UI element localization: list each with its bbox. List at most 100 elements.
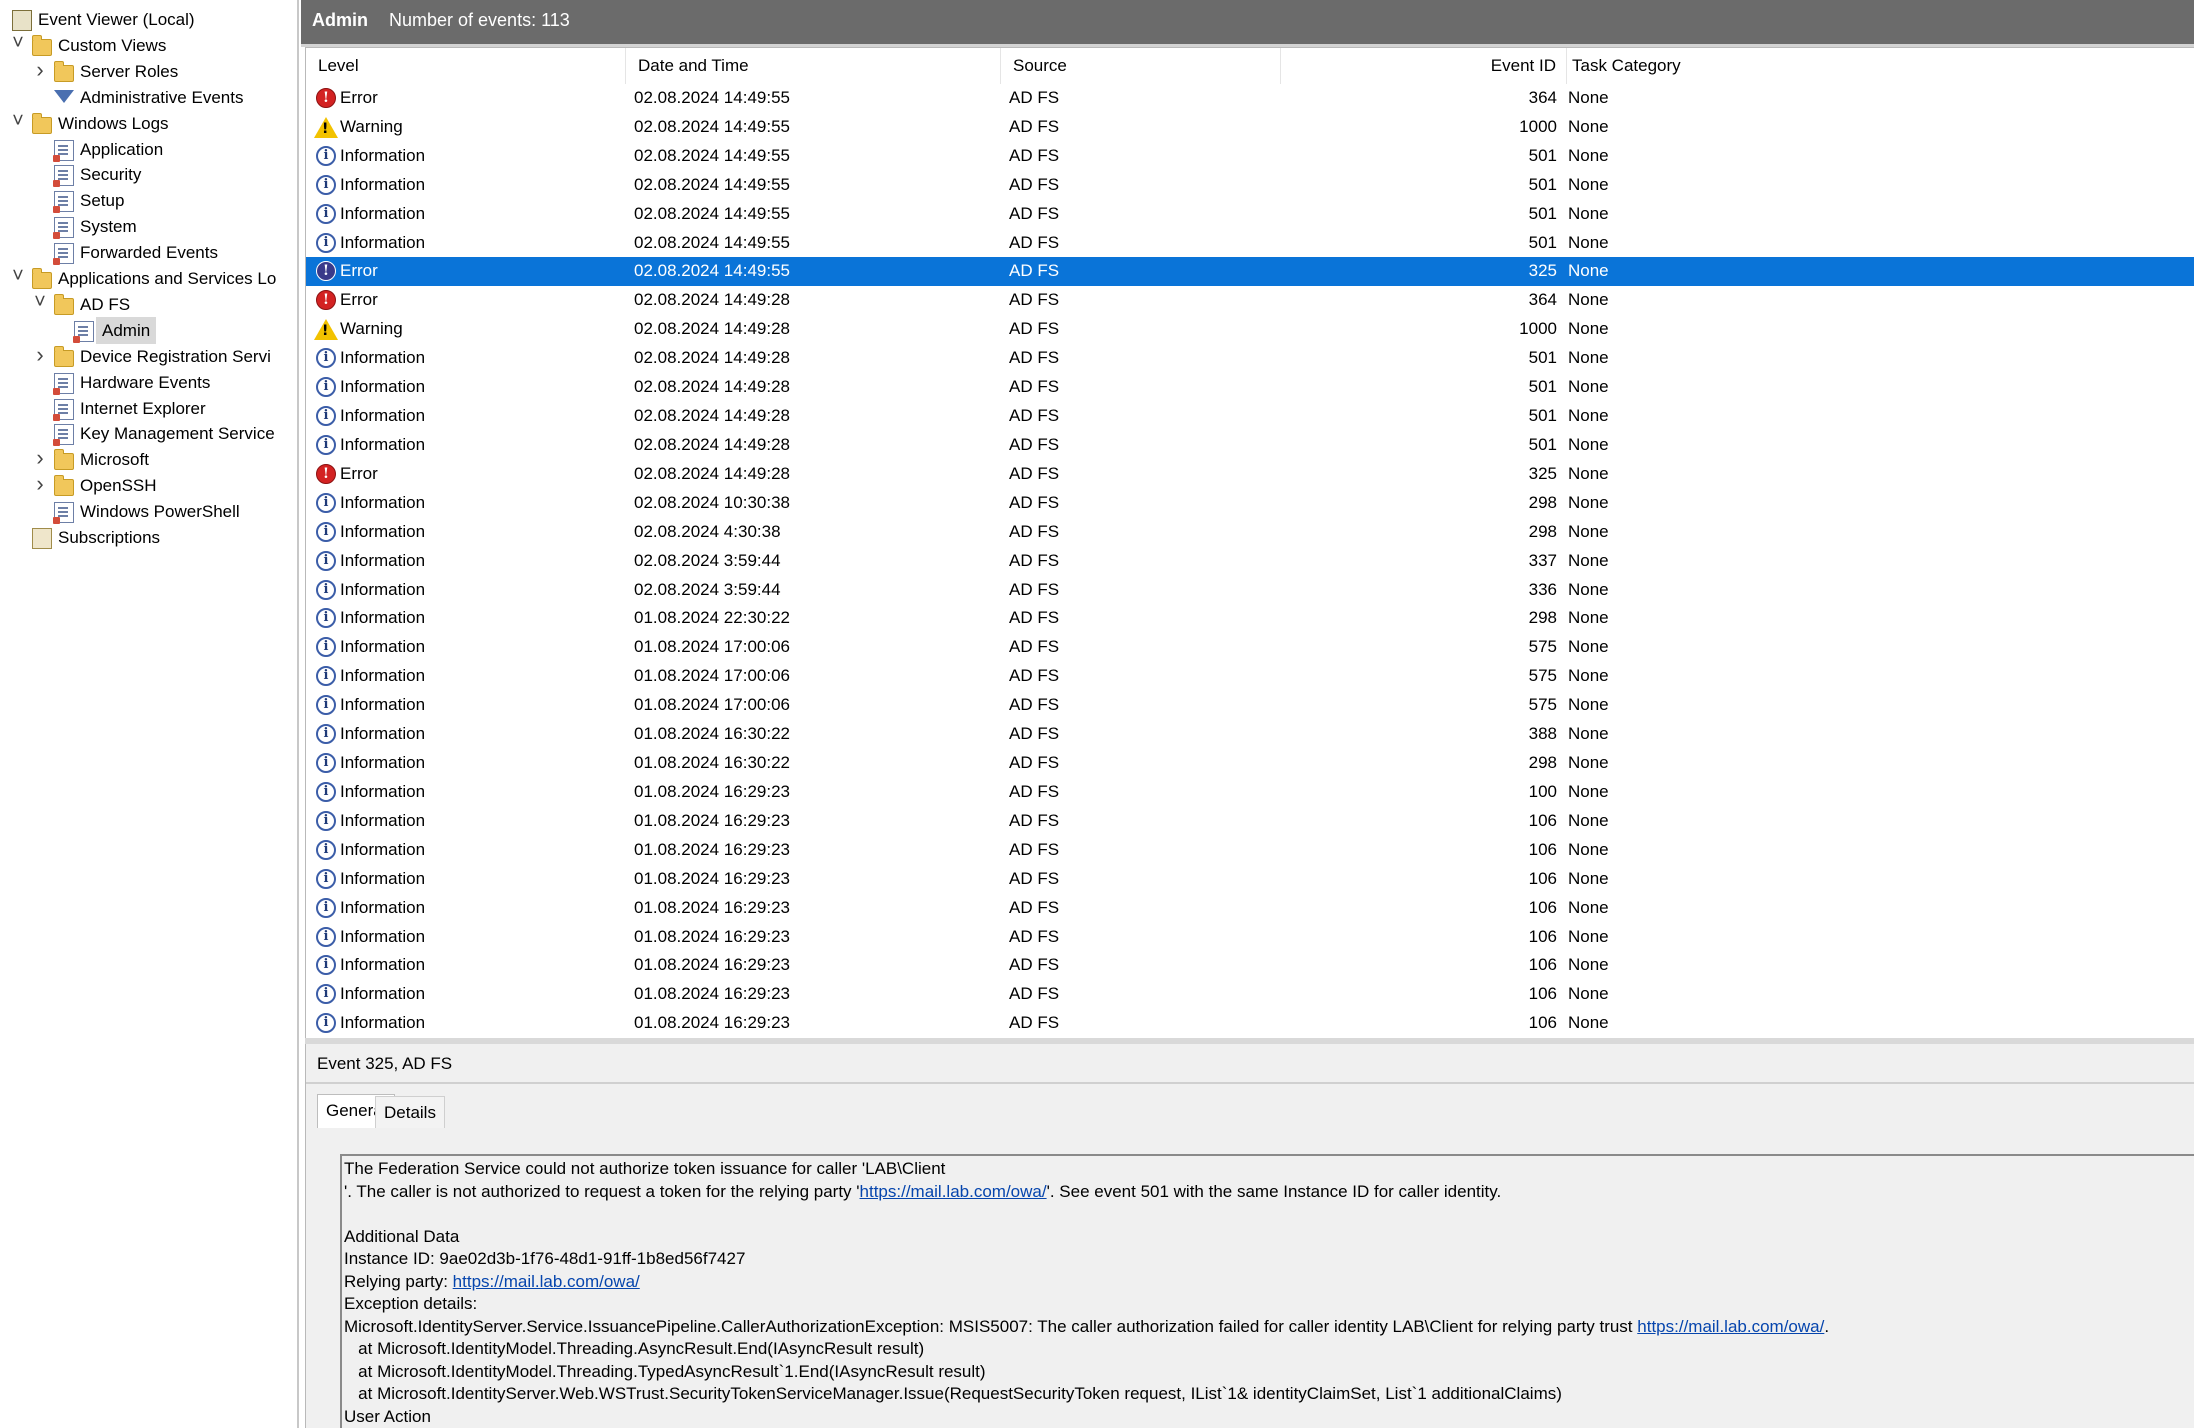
cell-event-id: 364 [1528,88,1557,107]
table-row[interactable]: ! Warning 02.08.2024 14:49:55 AD FS 1000 None [306,113,2194,142]
column-header-source[interactable]: Source [1001,48,1281,84]
tree-item[interactable]: Event Viewer (Local) [0,6,297,33]
tree-item[interactable]: Security [0,161,297,188]
cell-event-id: 298 [1528,521,1557,541]
relying-party-link[interactable]: https://mail.lab.com/owa/ [1637,1317,1824,1336]
table-row[interactable]: i Information 02.08.2024 14:49:28 AD FS 501 N… [306,431,2194,460]
chevron-down-icon[interactable]: ˅ [30,289,50,316]
table-row[interactable]: i Information 02.08.2024 14:49:55 AD FS 501 N… [306,142,2194,171]
table-row[interactable]: i Information 02.08.2024 3:59:44 AD FS 336 No… [306,576,2194,605]
event-detail-pane: Event 325, AD FS General Details The Fed… [305,1044,2194,1428]
chevron-right-icon[interactable]: › [30,470,50,497]
relying-party-link[interactable]: https://mail.lab.com/owa/ [860,1182,1047,1201]
table-row[interactable]: i Information 01.08.2024 16:30:22 AD FS 388 N… [306,720,2194,749]
table-row[interactable]: i Information 02.08.2024 14:49:28 AD FS 501 N… [306,344,2194,373]
description-text: User Action [344,1406,431,1426]
tree-item[interactable]: Forwarded Events [0,239,297,266]
cell-event-id: 298 [1528,608,1557,628]
tree-item-label: Server Roles [80,61,179,81]
tree-item[interactable]: Application [0,136,297,163]
cell-date-time: 02.08.2024 14:49:55 [634,203,790,223]
table-row[interactable]: i Information 01.08.2024 17:00:06 AD FS 575 N… [306,633,2194,662]
table-row[interactable]: ! Warning 02.08.2024 14:49:28 AD FS 1000 None [306,315,2194,344]
tree-item[interactable]: Windows PowerShell [0,498,297,525]
chevron-right-icon[interactable]: › [30,56,50,83]
table-row[interactable]: ! Error 02.08.2024 14:49:28 AD FS 325 None [306,460,2194,489]
cell-event-id: 501 [1528,434,1557,454]
chevron-down-icon[interactable]: ˅ [8,263,28,290]
tree-item[interactable]: Hardware Events [0,369,297,396]
cell-event-id: 106 [1528,1013,1557,1033]
table-row[interactable]: iInformation 01.08.2024 16:29:23 AD FS 106 N… [306,1009,2194,1038]
table-row[interactable]: i Information 02.08.2024 14:49:28 AD FS 501 N… [306,402,2194,431]
information-icon: i [316,839,336,860]
table-row[interactable]: ! Error 02.08.2024 14:49:55 AD FS 364 None [306,84,2194,113]
cell-task-category: None [1568,608,1609,628]
table-row[interactable]: i Information 01.08.2024 22:30:22 AD FS 298 N… [306,604,2194,633]
cell-task-category: None [1568,290,1609,310]
column-header-level[interactable]: Level [306,48,626,84]
cell-level: Information [340,608,426,628]
table-row[interactable]: iInformation 01.08.2024 16:29:23 AD FS 106 N… [306,951,2194,980]
event-description-text[interactable]: The Federation Service could not authori… [340,1154,2194,1428]
log-icon [53,372,74,395]
chevron-down-icon[interactable]: ˅ [8,30,28,57]
cell-level: Information [340,550,426,570]
tree-item[interactable]: Setup [0,187,297,214]
description-line: User Action [344,1406,2194,1428]
cell-task-category: None [1568,868,1609,888]
cell-date-time: 02.08.2024 4:30:38 [634,521,781,541]
table-row[interactable]: ! Error 02.08.2024 14:49:28 AD FS 364 None [306,286,2194,315]
column-header-task-category[interactable]: Task Category [1567,48,2194,84]
cell-task-category: None [1568,377,1609,397]
description-line: Microsoft.IdentityServer.Service.Issuanc… [344,1316,2194,1339]
tree-item[interactable]: › OpenSSH [0,470,297,499]
table-row[interactable]: i Information 01.08.2024 17:00:06 AD FS 575 N… [306,662,2194,691]
table-row[interactable]: i Information 02.08.2024 14:49:55 AD FS 501 N… [306,171,2194,200]
cell-level: Error [340,290,378,310]
log-icon [73,320,94,343]
table-row[interactable]: iInformation 01.08.2024 16:29:23 AD FS 106 N… [306,807,2194,836]
table-row[interactable]: ! Error 02.08.2024 14:49:55 AD FS 325 None [306,257,2194,286]
chevron-right-icon[interactable]: › [30,341,50,368]
table-row[interactable]: iInformation 01.08.2024 16:29:23 AD FS 106 N… [306,865,2194,894]
table-row[interactable]: iInformation 01.08.2024 16:29:23 AD FS 106 N… [306,836,2194,865]
cell-level: Information [340,434,426,454]
tree-item[interactable]: › Device Registration Servi [0,341,297,370]
chevron-down-icon[interactable]: ˅ [8,108,28,135]
column-header-event-id[interactable]: Event ID [1281,48,1567,84]
column-header-date-time[interactable]: Date and Time [626,48,1001,84]
table-row[interactable]: i Information 02.08.2024 4:30:38 AD FS 298 No… [306,518,2194,547]
table-row[interactable]: i Information 01.08.2024 17:00:06 AD FS 575 N… [306,691,2194,720]
tree-item[interactable]: System [0,213,297,240]
table-row[interactable]: i Information 02.08.2024 14:49:55 AD FS 501 N… [306,200,2194,229]
tree-item[interactable]: Subscriptions [0,524,297,551]
table-row[interactable]: i Information 02.08.2024 14:49:28 AD FS 501 N… [306,373,2194,402]
table-row[interactable]: iInformation 01.08.2024 16:29:23 AD FS 106 N… [306,923,2194,952]
tree-item[interactable]: Administrative Events [0,84,297,111]
tree-item[interactable]: ˅ AD FS [0,291,297,318]
console-tree: Event Viewer (Local) ˅ Custom Views › Server… [0,0,299,1428]
table-row[interactable]: iInformation 01.08.2024 16:29:23 AD FS 106 N… [306,894,2194,923]
table-row[interactable]: iInformation 01.08.2024 16:29:23 AD FS 106 N… [306,980,2194,1009]
description-line: The Federation Service could not authori… [344,1158,2194,1181]
event-detail-caption: Event 325, AD FS [317,1054,453,1073]
tree-item[interactable]: › Server Roles [0,56,297,85]
chevron-right-icon[interactable]: › [30,444,50,471]
relying-party-link[interactable]: https://mail.lab.com/owa/ [453,1272,640,1291]
tree-item[interactable]: Internet Explorer [0,395,297,422]
table-row[interactable]: i Information 01.08.2024 16:30:22 AD FS 298 N… [306,749,2194,778]
table-row[interactable]: i Information 02.08.2024 14:49:55 AD FS 501 N… [306,229,2194,258]
tab-details[interactable]: Details [375,1096,445,1128]
tree-item[interactable]: ˅ Windows Logs [0,110,297,137]
cell-task-category: None [1568,926,1609,946]
cell-level: Information [340,637,426,657]
warning-icon: ! [314,116,338,138]
cell-date-time: 02.08.2024 14:49:28 [634,463,790,483]
table-row[interactable]: i Information 01.08.2024 16:29:23 AD FS 100 N… [306,778,2194,807]
table-row[interactable]: i Information 02.08.2024 3:59:44 AD FS 337 No… [306,547,2194,576]
table-row[interactable]: i Information 02.08.2024 10:30:38 AD FS 298 N… [306,489,2194,518]
folder-icon [54,293,74,315]
information-icon: i [316,984,336,1005]
information-icon: i [316,810,336,831]
